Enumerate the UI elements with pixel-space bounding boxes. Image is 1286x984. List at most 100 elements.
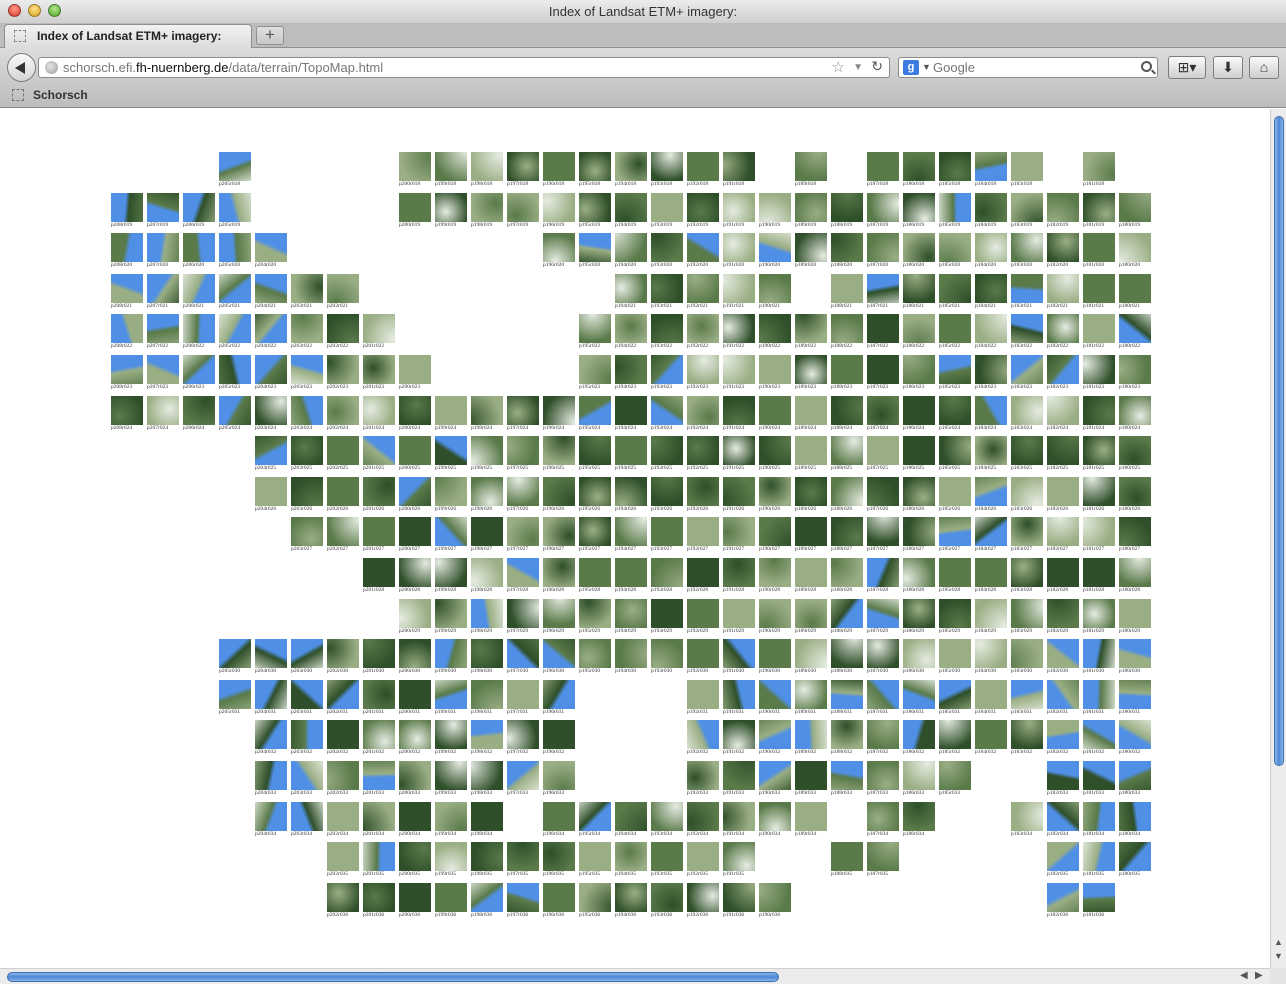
scene-thumbnail[interactable] bbox=[687, 355, 719, 384]
scene-thumbnail[interactable] bbox=[579, 233, 611, 262]
scene-thumbnail[interactable] bbox=[1011, 802, 1043, 831]
scene-thumbnail[interactable] bbox=[723, 599, 755, 628]
new-tab-button[interactable]: + bbox=[256, 26, 284, 45]
scene-thumbnail[interactable] bbox=[831, 233, 863, 262]
scene-thumbnail[interactable] bbox=[579, 802, 611, 831]
scene-thumbnail[interactable] bbox=[975, 233, 1007, 262]
scene-thumbnail[interactable] bbox=[759, 761, 791, 790]
scene-thumbnail[interactable] bbox=[867, 233, 899, 262]
scene-thumbnail[interactable] bbox=[687, 436, 719, 465]
scene-thumbnail[interactable] bbox=[471, 396, 503, 425]
scene-thumbnail[interactable] bbox=[219, 396, 251, 425]
scene-thumbnail[interactable] bbox=[831, 396, 863, 425]
scene-thumbnail[interactable] bbox=[579, 599, 611, 628]
scene-thumbnail[interactable] bbox=[1047, 233, 1079, 262]
scene-thumbnail[interactable] bbox=[759, 477, 791, 506]
scene-thumbnail[interactable] bbox=[1047, 802, 1079, 831]
scene-thumbnail[interactable] bbox=[687, 233, 719, 262]
scene-thumbnail[interactable] bbox=[1083, 639, 1115, 668]
scene-thumbnail[interactable] bbox=[327, 436, 359, 465]
scene-thumbnail[interactable] bbox=[147, 396, 179, 425]
scene-thumbnail[interactable] bbox=[1011, 233, 1043, 262]
scene-thumbnail[interactable] bbox=[975, 355, 1007, 384]
scene-thumbnail[interactable] bbox=[975, 314, 1007, 343]
scene-thumbnail[interactable] bbox=[255, 396, 287, 425]
scene-thumbnail[interactable] bbox=[1047, 720, 1079, 749]
scene-thumbnail[interactable] bbox=[471, 558, 503, 587]
scene-thumbnail[interactable] bbox=[1083, 802, 1115, 831]
scene-thumbnail[interactable] bbox=[975, 274, 1007, 303]
scene-thumbnail[interactable] bbox=[1011, 558, 1043, 587]
scene-thumbnail[interactable] bbox=[399, 720, 431, 749]
scene-thumbnail[interactable] bbox=[471, 477, 503, 506]
scene-thumbnail[interactable] bbox=[723, 274, 755, 303]
scene-thumbnail[interactable] bbox=[1083, 233, 1115, 262]
scene-thumbnail[interactable] bbox=[363, 517, 395, 546]
scene-thumbnail[interactable] bbox=[1047, 639, 1079, 668]
scene-thumbnail[interactable] bbox=[1047, 436, 1079, 465]
scene-thumbnail[interactable] bbox=[867, 720, 899, 749]
scene-thumbnail[interactable] bbox=[795, 558, 827, 587]
scene-thumbnail[interactable] bbox=[363, 436, 395, 465]
scene-thumbnail[interactable] bbox=[903, 720, 935, 749]
scene-thumbnail[interactable] bbox=[543, 720, 575, 749]
scene-thumbnail[interactable] bbox=[651, 477, 683, 506]
scene-thumbnail[interactable] bbox=[903, 314, 935, 343]
scene-thumbnail[interactable] bbox=[111, 355, 143, 384]
scene-thumbnail[interactable] bbox=[363, 314, 395, 343]
scene-thumbnail[interactable] bbox=[903, 355, 935, 384]
scene-thumbnail[interactable] bbox=[399, 680, 431, 709]
scene-thumbnail[interactable] bbox=[1011, 274, 1043, 303]
scene-thumbnail[interactable] bbox=[651, 314, 683, 343]
scene-thumbnail[interactable] bbox=[291, 720, 323, 749]
scene-thumbnail[interactable] bbox=[975, 477, 1007, 506]
scene-thumbnail[interactable] bbox=[111, 274, 143, 303]
scene-thumbnail[interactable] bbox=[939, 639, 971, 668]
scene-thumbnail[interactable] bbox=[687, 193, 719, 222]
scene-thumbnail[interactable] bbox=[1047, 883, 1079, 912]
scene-thumbnail[interactable] bbox=[543, 233, 575, 262]
scene-thumbnail[interactable] bbox=[903, 274, 935, 303]
scene-thumbnail[interactable] bbox=[327, 517, 359, 546]
scene-thumbnail[interactable] bbox=[759, 883, 791, 912]
scene-thumbnail[interactable] bbox=[543, 517, 575, 546]
scene-thumbnail[interactable] bbox=[867, 802, 899, 831]
scene-thumbnail[interactable] bbox=[435, 152, 467, 181]
scene-thumbnail[interactable] bbox=[183, 396, 215, 425]
scene-thumbnail[interactable] bbox=[327, 842, 359, 871]
scene-thumbnail[interactable] bbox=[471, 599, 503, 628]
scene-thumbnail[interactable] bbox=[975, 558, 1007, 587]
scene-thumbnail[interactable] bbox=[615, 396, 647, 425]
scene-thumbnail[interactable] bbox=[723, 477, 755, 506]
scene-thumbnail[interactable] bbox=[759, 802, 791, 831]
scene-thumbnail[interactable] bbox=[579, 193, 611, 222]
scene-thumbnail[interactable] bbox=[507, 842, 539, 871]
scene-thumbnail[interactable] bbox=[867, 396, 899, 425]
scene-thumbnail[interactable] bbox=[1011, 517, 1043, 546]
scene-thumbnail[interactable] bbox=[795, 355, 827, 384]
scene-thumbnail[interactable] bbox=[867, 599, 899, 628]
scene-thumbnail[interactable] bbox=[1119, 599, 1151, 628]
scene-thumbnail[interactable] bbox=[1083, 314, 1115, 343]
scene-thumbnail[interactable] bbox=[975, 639, 1007, 668]
scene-thumbnail[interactable] bbox=[471, 720, 503, 749]
scene-thumbnail[interactable] bbox=[1119, 720, 1151, 749]
scene-thumbnail[interactable] bbox=[975, 152, 1007, 181]
scene-thumbnail[interactable] bbox=[435, 842, 467, 871]
scene-thumbnail[interactable] bbox=[795, 680, 827, 709]
scene-thumbnail[interactable] bbox=[471, 761, 503, 790]
scene-thumbnail[interactable] bbox=[255, 802, 287, 831]
scene-thumbnail[interactable] bbox=[723, 883, 755, 912]
scene-thumbnail[interactable] bbox=[327, 680, 359, 709]
scene-thumbnail[interactable] bbox=[723, 639, 755, 668]
scene-thumbnail[interactable] bbox=[291, 802, 323, 831]
scene-thumbnail[interactable] bbox=[255, 274, 287, 303]
scene-thumbnail[interactable] bbox=[1119, 274, 1151, 303]
scene-thumbnail[interactable] bbox=[759, 193, 791, 222]
scene-thumbnail[interactable] bbox=[399, 396, 431, 425]
scene-thumbnail[interactable] bbox=[1119, 193, 1151, 222]
scene-thumbnail[interactable] bbox=[327, 396, 359, 425]
scene-thumbnail[interactable] bbox=[1119, 396, 1151, 425]
scene-thumbnail[interactable] bbox=[831, 355, 863, 384]
scene-thumbnail[interactable] bbox=[435, 396, 467, 425]
